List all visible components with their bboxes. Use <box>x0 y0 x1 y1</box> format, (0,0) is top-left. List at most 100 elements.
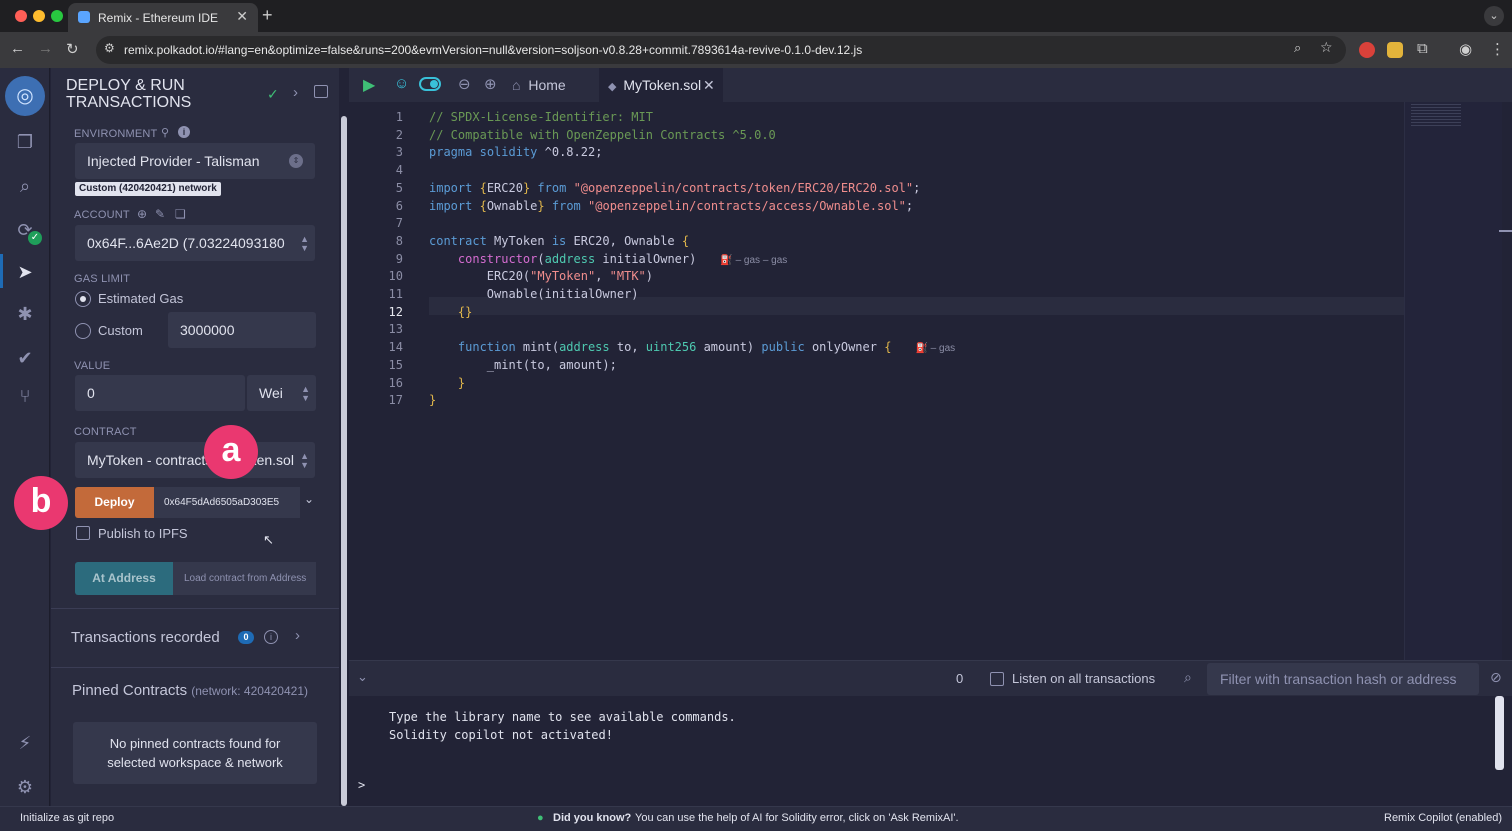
side-scrollbar[interactable] <box>341 116 347 806</box>
tip-text[interactable]: You can use the help of AI for Solidity … <box>635 812 959 824</box>
value-input[interactable]: 0 <box>75 375 245 411</box>
init-git-repo-link[interactable]: Initialize as git repo <box>20 812 114 824</box>
chevron-right-icon[interactable]: › <box>295 627 300 644</box>
terminal-output[interactable]: Type the library name to see available c… <box>349 696 1512 806</box>
line-number: 1 <box>395 110 403 124</box>
run-play-icon[interactable]: ▶ <box>363 75 375 95</box>
line-number: 11 <box>388 287 403 301</box>
git-branch-icon[interactable]: ⑂ <box>13 384 37 408</box>
annotation-a: a <box>204 425 258 479</box>
custom-gas-input[interactable]: 3000000 <box>168 312 316 348</box>
remix-logo-icon[interactable]: ◎ <box>5 76 45 116</box>
panel-toggle-icon[interactable] <box>314 85 328 98</box>
code-line: function mint(address to, uint256 amount… <box>457 340 956 355</box>
home-icon: ⌂ <box>512 77 521 93</box>
pinned-network-text: (network: 420420421) <box>191 684 308 698</box>
browser-nav-bar: ← → ↻ ⚙ remix.polkadot.io/#lang=en&optim… <box>0 32 1512 68</box>
zoom-icon[interactable]: ⌕ <box>1294 40 1301 56</box>
line-number-gutter: 1 2 3 4 5 6 7 8 9 10 11 12 13 14 15 16 17 <box>349 102 429 660</box>
clear-console-icon[interactable]: ⊘ <box>1490 669 1502 686</box>
estimated-gas-radio[interactable] <box>75 291 91 307</box>
code-editor[interactable]: 1 2 3 4 5 6 7 8 9 10 11 12 13 14 15 16 17 // SPDX-Licens… <box>349 102 1512 660</box>
address-bar[interactable]: ⚙ remix.polkadot.io/#lang=en&optimize=fa… <box>96 36 1346 64</box>
back-icon[interactable]: ← <box>10 40 25 57</box>
value-unit-select[interactable]: Wei ▲ ▼ <box>247 375 316 411</box>
minimize-window-button[interactable] <box>33 10 45 22</box>
terminal-prompt[interactable]: > <box>358 778 365 792</box>
toggle-knob <box>430 80 438 88</box>
browser-tab-bar: Remix - Ethereum IDE ✕ + ⌄ <box>0 0 1512 32</box>
chevron-right-icon[interactable]: › <box>293 84 298 101</box>
at-address-input[interactable]: Load contract from Address <box>173 562 316 595</box>
extension-ladybug-icon[interactable] <box>1359 42 1375 58</box>
unit-testing-check-icon[interactable]: ✔ <box>13 346 37 370</box>
transactions-recorded-label[interactable]: Transactions recorded <box>71 629 220 646</box>
file-explorer-icon[interactable]: ❐ <box>13 130 37 154</box>
copy-icon[interactable]: ❏ <box>175 207 186 221</box>
reload-icon[interactable]: ↻ <box>66 40 79 58</box>
active-plugin-indicator <box>0 254 3 288</box>
zoom-out-icon[interactable]: ⊖ <box>458 75 471 93</box>
line-number: 2 <box>395 127 403 142</box>
debugger-bug-icon[interactable]: ✱ <box>13 302 37 326</box>
tab-home[interactable]: ⌂ Home <box>512 68 602 102</box>
divider <box>51 667 339 668</box>
plug-icon: ⚲ <box>161 127 170 139</box>
tab-search-icon[interactable]: ⌄ <box>1484 6 1504 26</box>
info-icon[interactable]: i <box>264 630 278 644</box>
browser-tab[interactable]: Remix - Ethereum IDE ✕ <box>68 3 258 32</box>
extension-talisman-icon[interactable] <box>1387 42 1403 58</box>
gas-estimate-hint: ⛽ – gas <box>915 343 956 355</box>
remix-app: ◎ ❐ ⌕ ⟳ ✓ ➤ ✱ ✔ ⑂ ⚡ ⚙ DEPLOY & RUN TRANS… <box>0 68 1512 806</box>
deploy-run-icon[interactable]: ➤ <box>13 260 37 284</box>
site-info-icon[interactable]: ⚙ <box>104 41 115 55</box>
chevron-down-icon[interactable]: ⌄ <box>304 492 314 506</box>
filter-transactions-input[interactable]: Filter with transaction hash or address <box>1207 663 1479 695</box>
forward-icon[interactable]: → <box>38 40 53 57</box>
info-icon[interactable]: i <box>178 126 190 138</box>
pinned-empty-line1: No pinned contracts found for <box>109 736 281 751</box>
close-tab-icon[interactable]: ✕ <box>236 8 248 25</box>
pinned-empty-line2: selected workspace & network <box>107 755 283 770</box>
pinned-title-text: Pinned Contracts <box>72 682 188 699</box>
code-line: // SPDX-License-Identifier: MIT <box>429 110 653 124</box>
bookmark-star-icon[interactable]: ☆ <box>1320 39 1333 56</box>
edit-icon[interactable]: ✎ <box>155 207 165 221</box>
new-tab-icon[interactable]: + <box>262 5 273 26</box>
code-line: // Compatible with OpenZeppelin Contract… <box>429 127 776 142</box>
panel-title-line2: TRANSACTIONS <box>66 94 192 111</box>
tab-mytoken[interactable]: ◆ MyToken.sol ✕ <box>599 68 723 102</box>
maximize-window-button[interactable] <box>51 10 63 22</box>
browser-menu-icon[interactable]: ⋮ <box>1490 40 1505 58</box>
contract-select[interactable]: MyToken - contracts/MyToken.sol ▲ ▼ <box>75 442 315 478</box>
code-line: } <box>429 393 437 408</box>
close-window-button[interactable] <box>15 10 27 22</box>
terminal-toolbar: ⌄ 0 Listen on all transactions ⌕ Filter … <box>349 660 1512 696</box>
at-address-button[interactable]: At Address <box>75 562 173 595</box>
collapse-terminal-icon[interactable]: ⌄ <box>357 669 368 685</box>
solidity-file-icon: ◆ <box>608 81 617 93</box>
listen-all-checkbox[interactable] <box>990 672 1004 686</box>
ai-robot-icon[interactable]: ☺ <box>394 75 409 92</box>
tab-home-label: Home <box>528 77 566 93</box>
account-select[interactable]: 0x64F...6Ae2D (7.03224093180 ▲ ▼ <box>75 225 315 261</box>
profile-icon[interactable]: ◉ <box>1459 40 1472 58</box>
plugin-manager-icon[interactable]: ⚡ <box>13 731 37 755</box>
copilot-status[interactable]: Remix Copilot (enabled) <box>1384 812 1502 824</box>
settings-gear-icon[interactable]: ⚙ <box>13 775 37 799</box>
ai-toggle-switch[interactable] <box>419 77 441 91</box>
publish-ipfs-checkbox[interactable] <box>76 526 90 540</box>
environment-select[interactable]: Injected Provider - Talisman ⇕ <box>75 143 315 179</box>
zoom-in-icon[interactable]: ⊕ <box>484 75 497 93</box>
deploy-argument-input[interactable]: 0x64F5dAd6505aD303E5 <box>154 487 300 518</box>
deploy-button[interactable]: Deploy <box>75 487 154 518</box>
search-icon[interactable]: ⌕ <box>13 174 37 198</box>
minimap[interactable] <box>1404 102 1502 660</box>
close-tab-icon[interactable]: ✕ <box>703 68 715 102</box>
extensions-puzzle-icon[interactable]: ⧉ <box>1417 40 1428 57</box>
url-text: remix.polkadot.io/#lang=en&optimize=fals… <box>124 43 863 57</box>
add-account-icon[interactable]: ⊕ <box>137 207 147 221</box>
at-address-placeholder: Load contract from Address <box>184 573 307 584</box>
custom-gas-radio[interactable] <box>75 323 91 339</box>
terminal-scrollbar[interactable] <box>1495 696 1504 770</box>
